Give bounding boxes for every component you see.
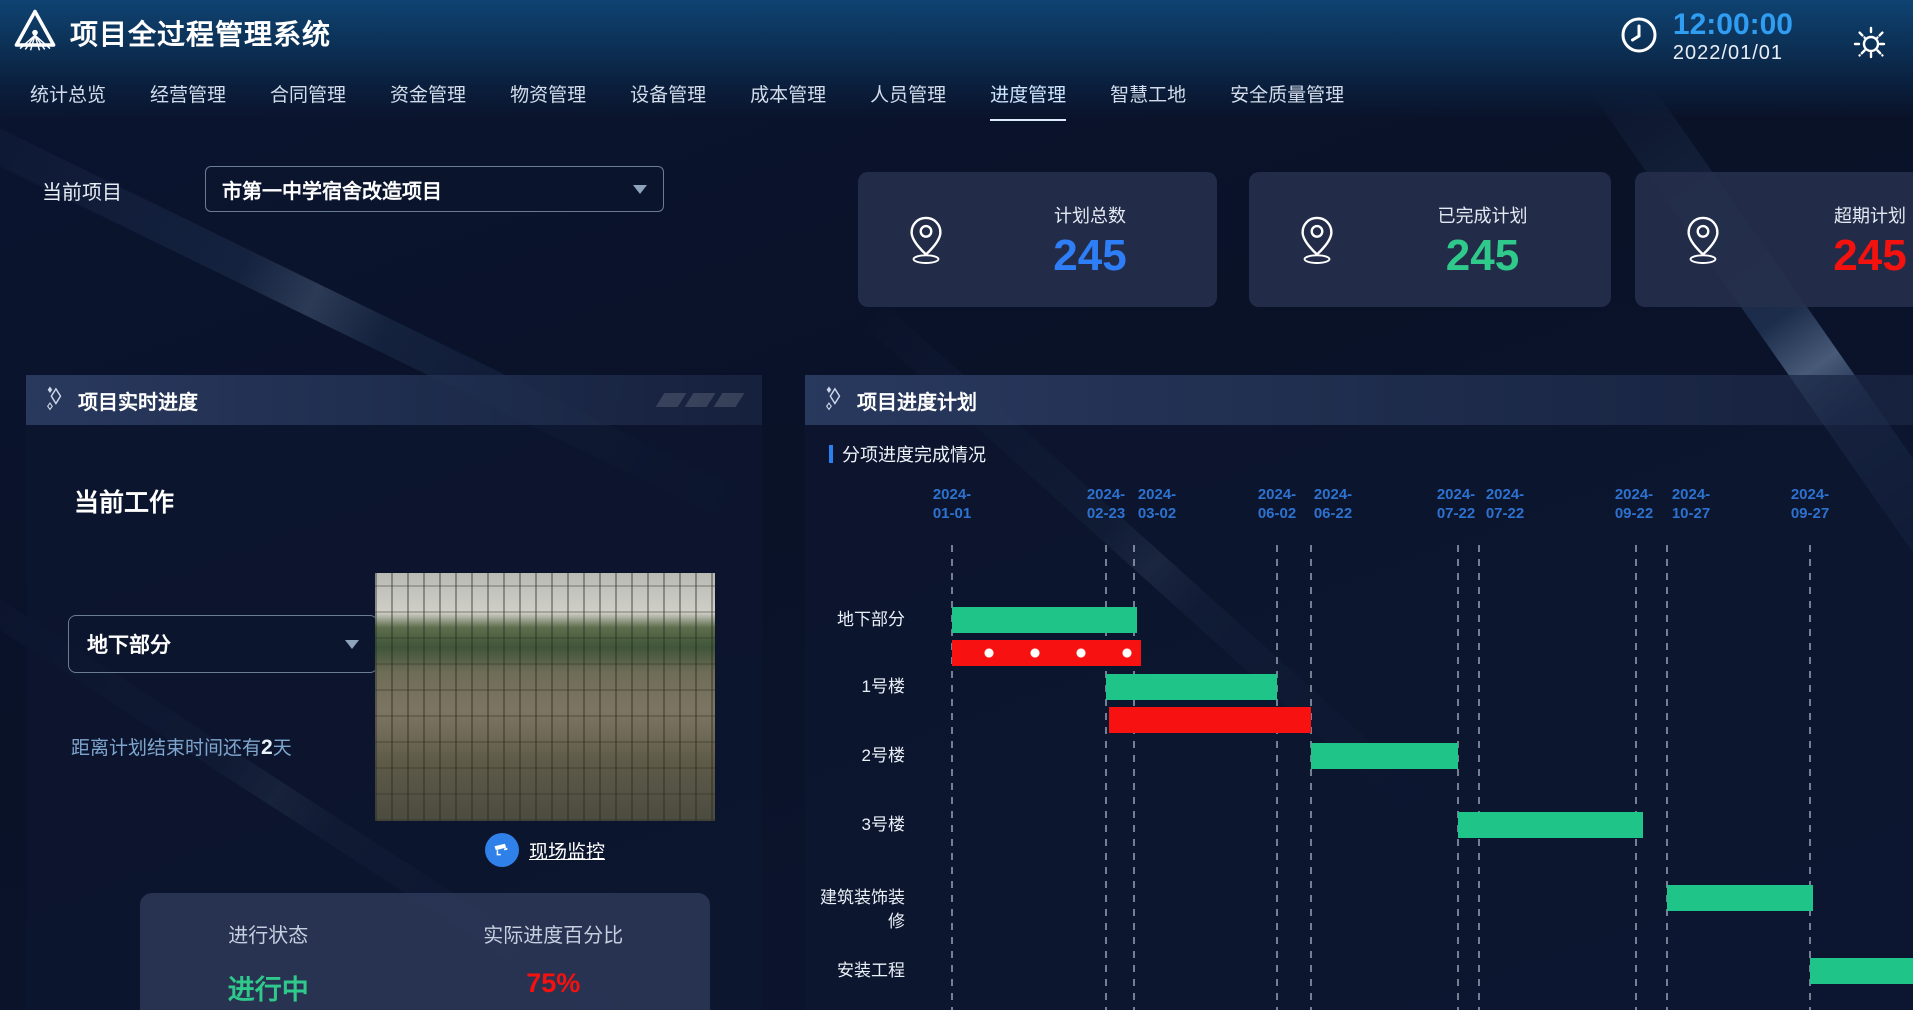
nav-tab[interactable]: 成本管理 — [750, 80, 826, 121]
gantt-bar-plan — [1311, 743, 1458, 769]
stat-label: 计划总数 — [1054, 202, 1126, 228]
deadline-text: 距离计划结束时间还有2天 — [71, 733, 292, 760]
gantt-axis-label: 2024-07-22 — [1477, 485, 1533, 523]
diamond-cluster-icon — [44, 383, 66, 418]
gantt-gridline — [1478, 545, 1480, 1010]
clock-widget: 12:00:00 2022/01/01 — [1619, 10, 1793, 65]
nav-tab[interactable]: 经营管理 — [150, 80, 226, 121]
app-logo-icon — [12, 8, 58, 57]
gantt-bar-plan — [1667, 885, 1813, 911]
top-bar: 项目全过程管理系统 12:00:00 2022/01/01 — [0, 0, 1913, 118]
sun-icon[interactable] — [1853, 26, 1889, 67]
gantt-row-label: 地下部分 — [805, 608, 905, 632]
gantt-bar-plan — [1106, 674, 1277, 700]
stat-card-completed-plans: 已完成计划 245 — [1249, 172, 1611, 307]
gantt-axis-label: 2024-06-22 — [1305, 485, 1361, 523]
chevron-down-icon — [345, 640, 359, 649]
page-title: 项目全过程管理系统 — [70, 13, 331, 53]
gantt-axis-label: 2024-09-27 — [1782, 485, 1838, 523]
gantt-axis-label: 2024-09-22 — [1606, 485, 1662, 523]
gantt-chart: 2024-01-01 2024-02-232024-03-02 2024-06-02… — [805, 375, 1913, 1010]
header-decoration — [660, 393, 740, 407]
nav-tab[interactable]: 人员管理 — [870, 80, 946, 121]
project-select[interactable]: 市第一中学宿舍改造项目 — [205, 166, 664, 212]
gantt-gridline — [1310, 545, 1312, 1010]
gantt-row-label: 安装工程 — [805, 959, 905, 983]
nav-tab[interactable]: 物资管理 — [510, 80, 586, 121]
progress-percent-label: 实际进度百分比 — [483, 919, 623, 948]
location-pin-icon — [1635, 172, 1770, 307]
gantt-axis-label: 2024-03-02 — [1129, 485, 1185, 523]
nav-tab[interactable]: 统计总览 — [30, 80, 106, 121]
location-pin-icon — [1249, 172, 1384, 307]
gantt-axis-label: 2024-10-27 — [1663, 485, 1719, 523]
stat-card-overdue-plans: 超期计划 245 — [1635, 172, 1913, 307]
gantt-bar-actual — [1109, 707, 1311, 733]
gantt-bar-plan — [1810, 958, 1913, 984]
site-photo — [375, 573, 715, 821]
gantt-axis-label: 2024-06-02 — [1249, 485, 1305, 523]
gantt-axis-label: 2024-07-22 — [1428, 485, 1484, 523]
current-project-label: 当前项目 — [42, 176, 122, 205]
nav-tab[interactable]: 设备管理 — [630, 80, 706, 121]
stat-card-total-plans: 计划总数 245 — [858, 172, 1217, 307]
brand: 项目全过程管理系统 — [12, 8, 331, 57]
current-work-title: 当前工作 — [74, 483, 174, 519]
gantt-bar-plan — [952, 607, 1137, 633]
gantt-axis-label: 2024-01-01 — [924, 485, 980, 523]
panel-title: 项目实时进度 — [78, 386, 198, 415]
time-display: 12:00:00 — [1673, 10, 1793, 40]
status-label: 进行状态 — [228, 919, 308, 948]
gantt-row-label: 建筑装饰装修 — [805, 886, 905, 934]
work-select-value: 地下部分 — [87, 629, 171, 659]
panel-header: 项目实时进度 — [26, 375, 762, 425]
nav-tab[interactable]: 安全质量管理 — [1230, 80, 1344, 121]
stat-label: 超期计划 — [1834, 202, 1906, 228]
gantt-row-label: 2号楼 — [805, 744, 905, 768]
gantt-gridline — [1457, 545, 1459, 1010]
stat-value: 245 — [1833, 234, 1906, 278]
chevron-down-icon — [633, 185, 647, 194]
nav-tab-active[interactable]: 进度管理 — [990, 80, 1066, 121]
project-select-value: 市第一中学宿舍改造项目 — [222, 175, 442, 204]
gantt-gridline — [1276, 545, 1278, 1010]
gantt-row-label: 3号楼 — [805, 813, 905, 837]
gantt-gridline — [1635, 545, 1637, 1010]
gantt-gridline — [1666, 545, 1668, 1010]
progress-percent-value: 75% — [526, 968, 580, 999]
nav-tab[interactable]: 合同管理 — [270, 80, 346, 121]
stat-value: 245 — [1053, 234, 1126, 278]
deadline-days: 2 — [261, 736, 273, 759]
gantt-bar-actual — [952, 640, 1141, 666]
stat-value: 245 — [1446, 234, 1519, 278]
gantt-axis-label: 2024-02-23 — [1078, 485, 1134, 523]
date-display: 2022/01/01 — [1673, 42, 1793, 65]
dashboard-page: 项目全过程管理系统 12:00:00 2022/01/01 — [0, 0, 1913, 1010]
site-monitor-row: 现场监控 — [375, 833, 715, 867]
nav-tab[interactable]: 智慧工地 — [1110, 80, 1186, 121]
location-pin-icon — [858, 172, 993, 307]
nav-tabs: 统计总览 经营管理 合同管理 资金管理 物资管理 设备管理 成本管理 人员管理 进度管理 智慧工地… — [30, 80, 1344, 121]
site-monitor-link[interactable]: 现场监控 — [529, 837, 605, 864]
stat-label: 已完成计划 — [1438, 202, 1528, 228]
nav-tab[interactable]: 资金管理 — [390, 80, 466, 121]
gantt-gridline — [1809, 545, 1811, 1010]
gantt-row-label: 1号楼 — [805, 675, 905, 699]
schedule-plan-panel: 项目进度计划 分项进度完成情况 2024-01-012024-02-232024… — [805, 375, 1913, 1010]
work-select[interactable]: 地下部分 — [68, 615, 378, 673]
cctv-camera-icon — [485, 833, 519, 867]
status-value: 进行中 — [228, 968, 309, 1007]
gantt-bar-plan — [1458, 812, 1643, 838]
realtime-progress-panel: 项目实时进度 当前工作 地下部分 距离计划结束时间还有2天 现场监控 — [26, 375, 762, 1010]
status-box: 进行状态 进行中 实际进度百分比 75% — [140, 893, 710, 1010]
clock-icon — [1619, 15, 1659, 60]
